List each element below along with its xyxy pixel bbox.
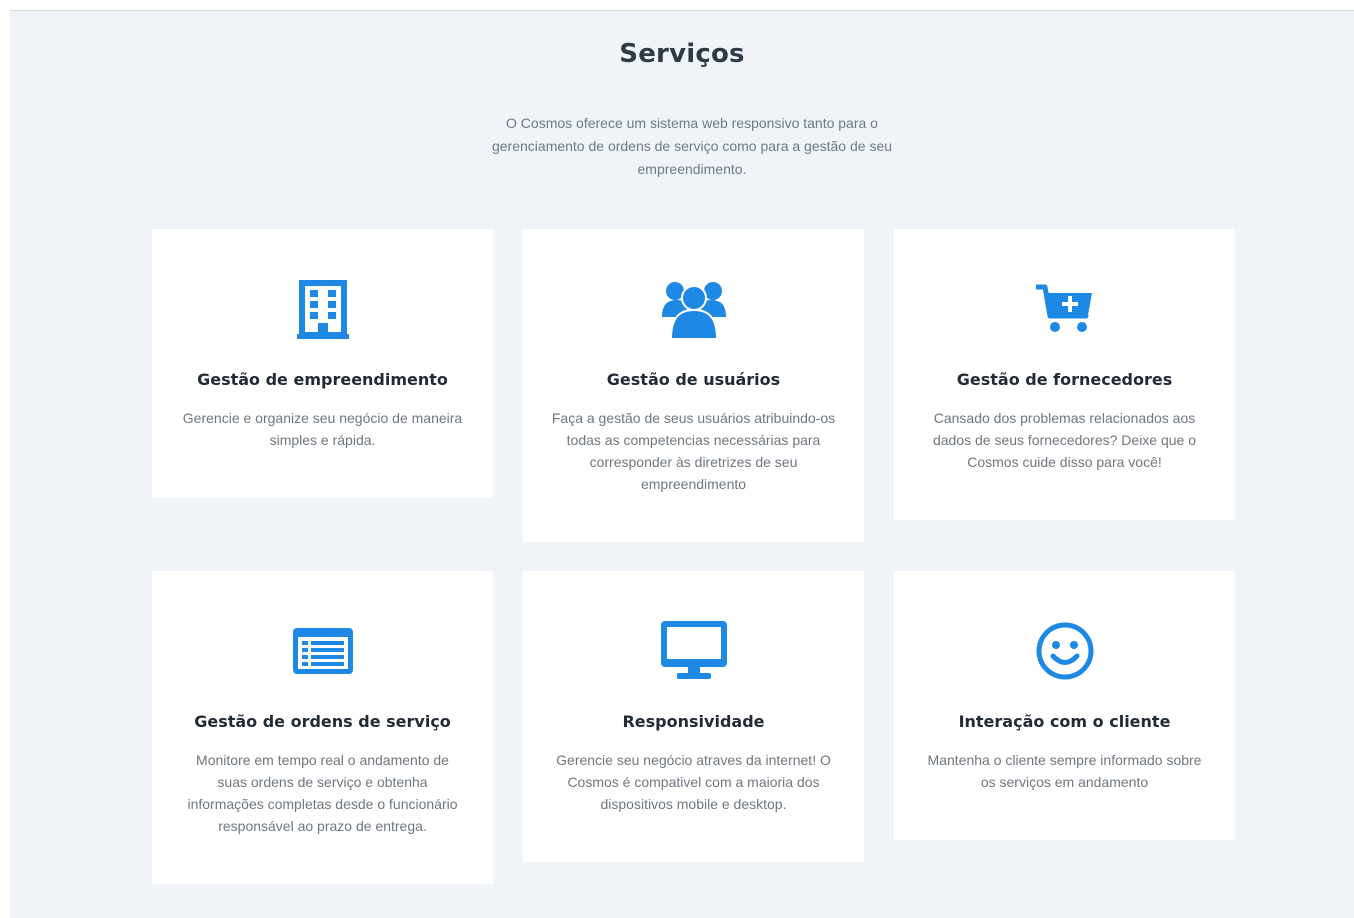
page: Serviços O Cosmos oferece um sistema web… <box>0 0 1354 918</box>
service-card-cliente: Interação com o cliente Mantenha o clien… <box>894 571 1235 840</box>
service-title: Gestão de usuários <box>606 370 781 389</box>
service-title: Interação com o cliente <box>958 712 1171 731</box>
service-title: Gestão de ordens de serviço <box>194 712 451 731</box>
services-section: Serviços O Cosmos oferece um sistema web… <box>10 10 1354 918</box>
smile-icon <box>1029 615 1101 687</box>
cart-plus-icon <box>1029 273 1101 345</box>
users-icon <box>658 273 730 345</box>
service-description: Gerencie seu negócio atraves da internet… <box>556 752 831 812</box>
building-icon <box>287 273 359 345</box>
service-title: Gestão de fornecedores <box>956 370 1173 389</box>
service-description: Mantenha o cliente sempre informado sobr… <box>927 752 1202 790</box>
service-description: Faça a gestão de seus usuários atribuind… <box>551 410 836 492</box>
service-description: Gerencie e organize seu negócio de manei… <box>182 410 463 448</box>
service-title: Gestão de empreendimento <box>197 370 448 389</box>
section-description: O Cosmos oferece um sistema web responsi… <box>491 115 893 177</box>
service-card-usuarios: Gestão de usuários Faça a gestão de seus… <box>523 229 864 542</box>
service-description: Cansado dos problemas relacionados aos d… <box>932 410 1197 470</box>
service-card-ordens: Gestão de ordens de serviço Monitore em … <box>152 571 493 884</box>
service-card-empreendimento: Gestão de empreendimento Gerencie e orga… <box>152 229 493 498</box>
service-card-fornecedores: Gestão de fornecedores Cansado dos probl… <box>894 229 1235 520</box>
list-alt-icon <box>287 615 359 687</box>
service-card-responsividade: Responsividade Gerencie seu negócio atra… <box>523 571 864 862</box>
desktop-icon <box>658 615 730 687</box>
service-description: Monitore em tempo real o andamento de su… <box>187 752 458 834</box>
section-title: Serviços <box>619 39 745 69</box>
service-title: Responsividade <box>622 712 765 731</box>
